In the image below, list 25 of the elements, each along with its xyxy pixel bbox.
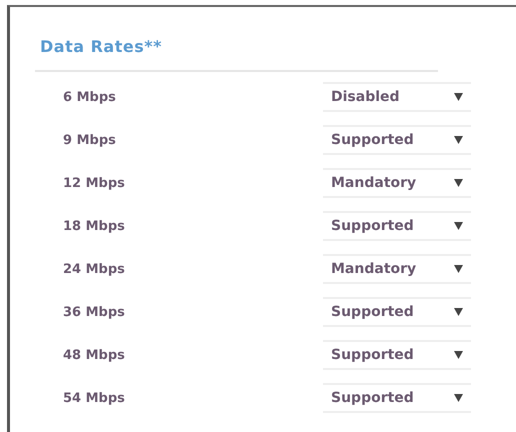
rate-dropdown[interactable]: Mandatory [323,254,471,284]
rate-dropdown[interactable]: Mandatory [323,168,471,198]
rate-label: 36 Mbps [62,304,126,320]
rate-dropdown[interactable]: Supported [323,340,471,370]
dropdown-arrow-icon [454,351,463,359]
dropdown-arrow-icon [454,265,463,273]
rate-label: 12 Mbps [62,176,126,190]
rate-label: 48 Mbps [62,348,126,362]
dropdown-arrow-icon [454,93,463,101]
rate-dropdown[interactable]: Disabled [323,82,471,112]
rate-dropdown[interactable]: Supported [323,125,471,155]
rate-dropdown[interactable]: Supported [323,297,471,327]
rate-dropdown[interactable]: Supported [323,211,471,241]
rate-label: 24 Mbps [62,262,126,276]
dropdown-arrow-icon [454,394,463,402]
rate-label: 54 Mbps [62,390,126,406]
section-title: Data Rates** [39,36,162,56]
dropdown-arrow-icon [454,308,463,316]
rate-dropdown[interactable]: Supported [323,383,471,413]
rate-label: 6 Mbps [62,90,117,104]
dropdown-arrow-icon [454,179,463,187]
dropdown-arrow-icon [454,222,463,230]
dropdown-arrow-icon [454,136,463,144]
rate-label: 9 Mbps [62,132,117,148]
rate-label: 18 Mbps [62,218,126,234]
